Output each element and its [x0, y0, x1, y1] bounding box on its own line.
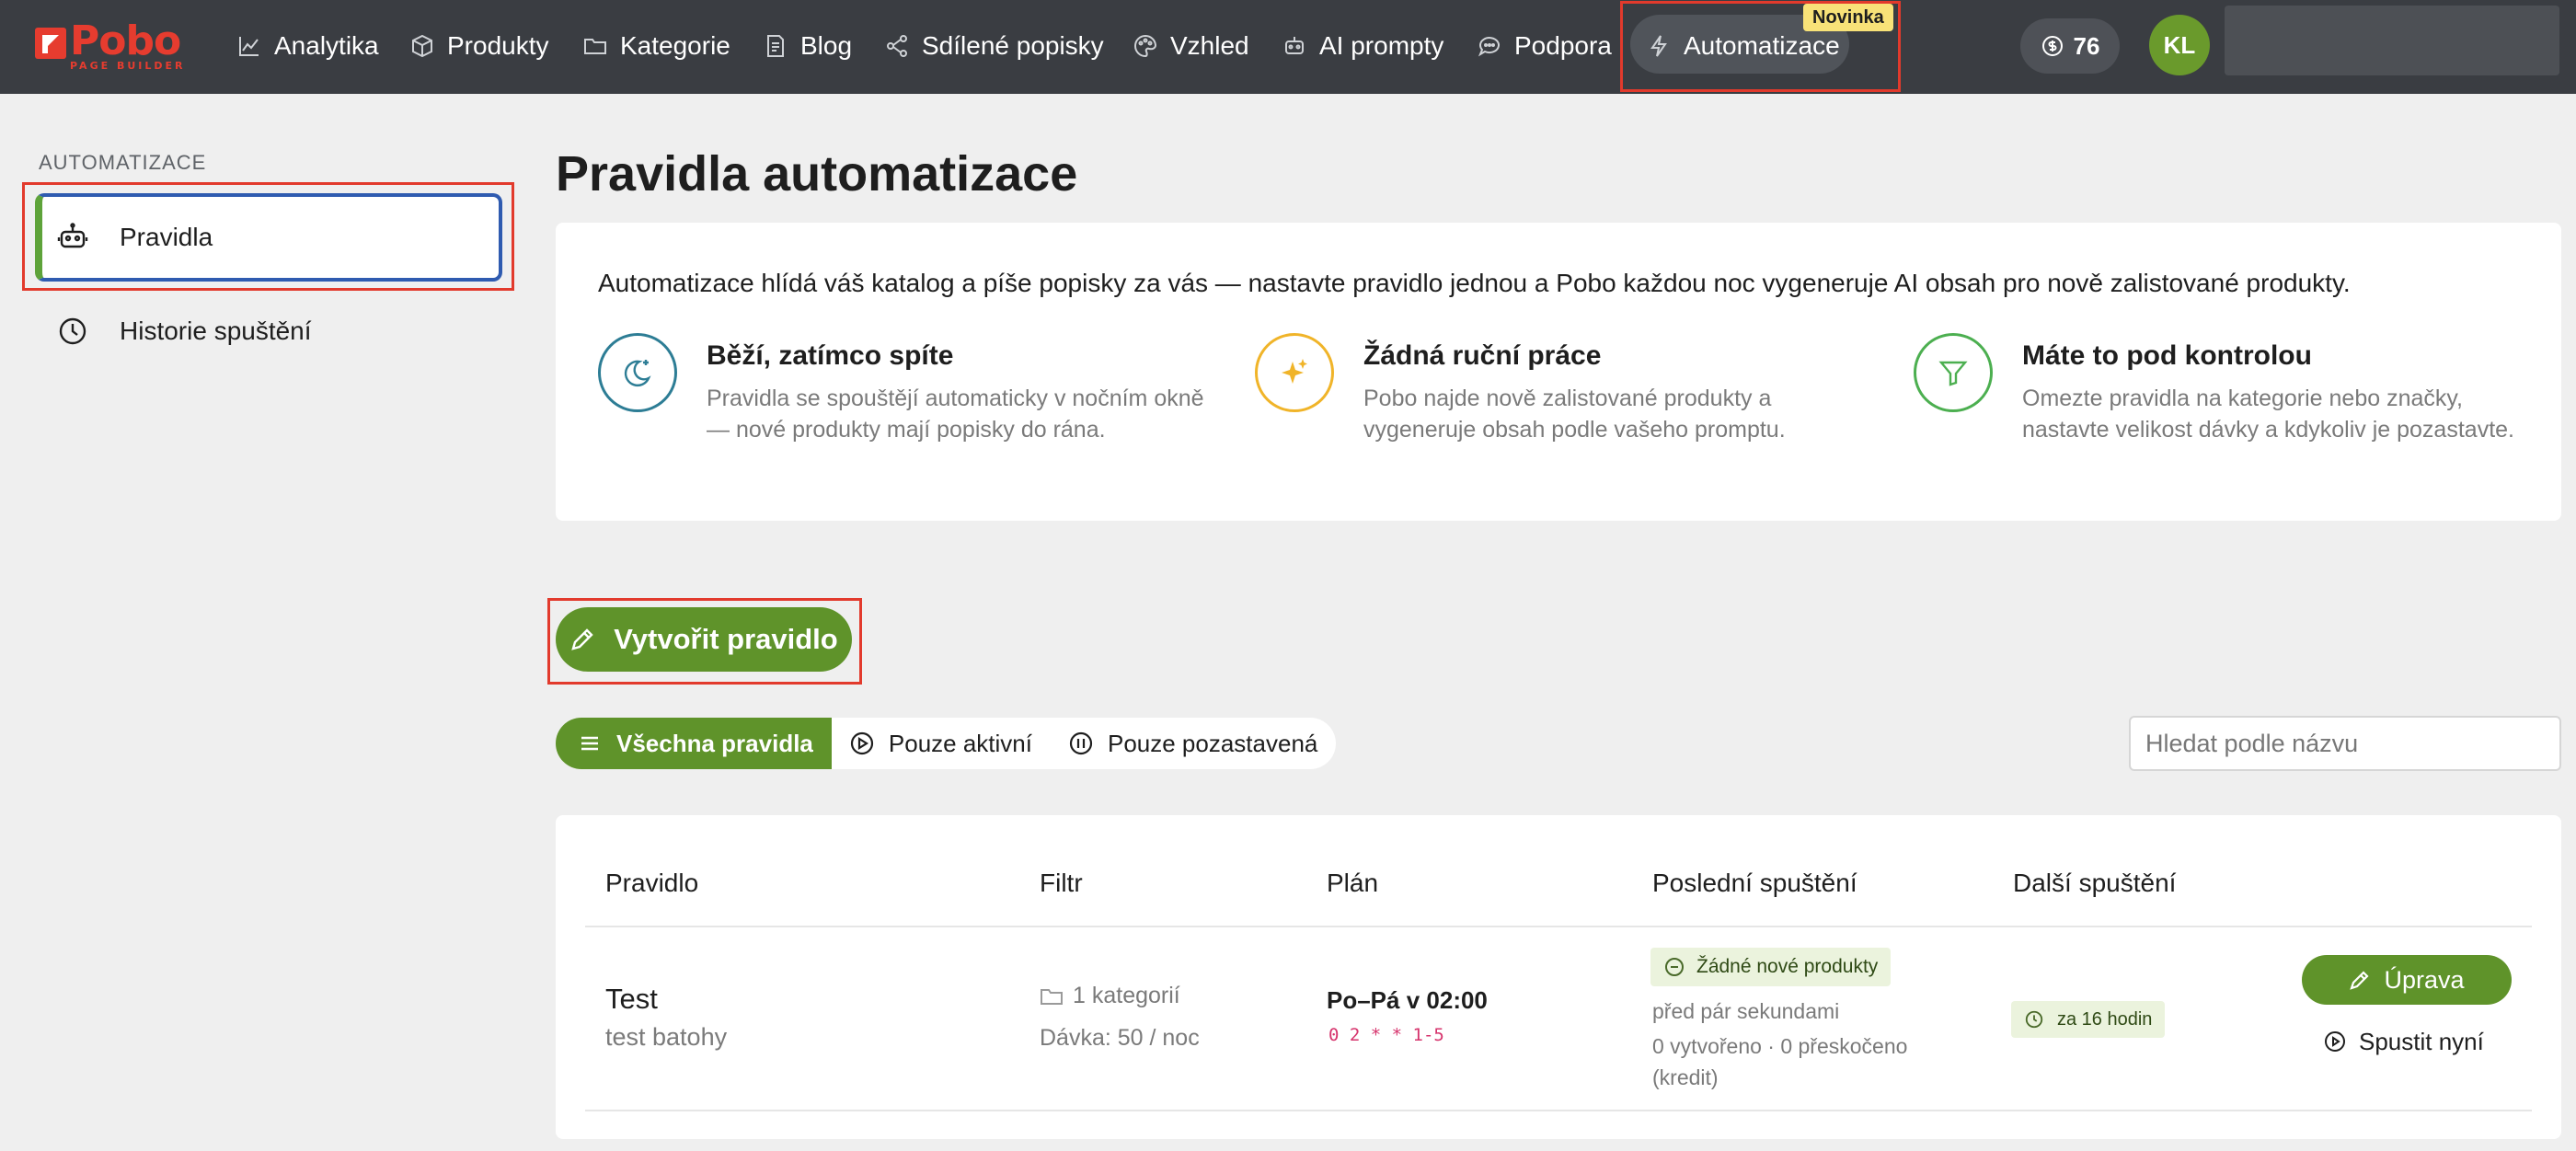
- feature-text: Pobo najde nově zalistované produkty a v…: [1363, 386, 1786, 443]
- feature-text: Omezte pravidla na kategorie nebo značky…: [2022, 386, 2514, 443]
- rules-table: Pravidlo Filtr Plán Poslední spuštění Da…: [556, 815, 2561, 1139]
- list-icon: [581, 736, 598, 751]
- header-divider: [585, 926, 2532, 927]
- nav-item-analytika[interactable]: Analytika: [237, 26, 379, 66]
- next-run-text: za 16 hodin: [2057, 1008, 2153, 1030]
- highlight-frame-create: [547, 598, 862, 685]
- folder-icon: [1041, 988, 1063, 1005]
- edit-rule-button[interactable]: Úprava: [2302, 955, 2512, 1005]
- column-header-next-run: Další spuštění: [2013, 869, 2177, 897]
- nav-label: Kategorie: [620, 31, 730, 60]
- status-text: Žádné nové produkty: [1696, 956, 1879, 977]
- nav-item-podpora[interactable]: Podpora: [1478, 26, 1612, 66]
- status-badge: Žádné nové produkty: [1650, 948, 1892, 986]
- filter-categories-text: 1 kategorií: [1073, 983, 1180, 1008]
- filter-paused-only[interactable]: Pouze pozastavená: [1051, 718, 1336, 769]
- nav-label: Produkty: [447, 31, 549, 60]
- row-divider: [585, 1110, 2532, 1111]
- pause-circle-icon: [1069, 731, 1093, 755]
- robot-icon: [1285, 37, 1304, 54]
- last-run-stats: 0 vytvořeno · 0 přeskočeno (kredit): [1652, 1034, 1908, 1089]
- nav-label: Analytika: [274, 31, 379, 60]
- nav-item-produkty[interactable]: Produkty: [410, 26, 549, 66]
- nav-label: Sdílené popisky: [922, 31, 1104, 60]
- sidebar-item-historie[interactable]: Historie spuštění: [35, 287, 502, 375]
- credits-value: 76: [2073, 31, 2100, 60]
- nav-item-blog[interactable]: Blog: [764, 26, 852, 66]
- feature-title: Máte to pod kontrolou: [2022, 340, 2312, 371]
- page-title: Pravidla automatizace: [556, 146, 1078, 201]
- filter-active-only[interactable]: Pouze aktivní: [832, 718, 1051, 769]
- pobo-logo[interactable]: Pobo PAGE BUILDER: [35, 17, 186, 72]
- box-icon: [412, 34, 432, 58]
- info-card: Automatizace hlídá váš katalog a píše po…: [556, 223, 2561, 521]
- document-icon: [767, 35, 784, 57]
- sparkles-icon: [1255, 333, 1334, 412]
- play-circle-icon: [850, 731, 873, 755]
- logo-name: Pobo: [70, 17, 181, 64]
- share-icon: [887, 35, 907, 57]
- edit-rule-label: Úprava: [2384, 965, 2465, 994]
- top-navigation-bar: Pobo PAGE BUILDER Analytika Produkty Kat…: [0, 0, 2576, 94]
- nav-item-ai-prompty[interactable]: AI prompty: [1282, 26, 1443, 66]
- filter-label: Pouze aktivní: [888, 729, 1032, 757]
- coin-icon: [2041, 36, 2063, 56]
- folder-icon: [584, 39, 606, 54]
- rule-name: Test: [605, 983, 658, 1015]
- user-menu[interactable]: [2225, 6, 2559, 75]
- pencil-icon: [2350, 971, 2370, 990]
- run-now-button[interactable]: Spustit nyní: [2324, 1021, 2484, 1062]
- rule-filter-categories: 1 kategorií: [1040, 983, 1180, 1009]
- column-header-filter: Filtr: [1040, 869, 1083, 897]
- search-input[interactable]: [2129, 716, 2561, 771]
- column-header-plan: Plán: [1327, 869, 1379, 897]
- clock-icon: [2025, 1010, 2043, 1029]
- nav-item-kategorie[interactable]: Kategorie: [583, 26, 730, 66]
- logo-mark-icon: [35, 28, 66, 59]
- chat-icon: [1478, 37, 1500, 57]
- highlight-frame-sidebar: [22, 182, 514, 291]
- info-intro: Automatizace hlídá váš katalog a píše po…: [598, 269, 2351, 297]
- sidebar-heading: AUTOMATIZACE: [39, 151, 207, 174]
- filter-all-rules[interactable]: Všechna pravidla: [556, 718, 832, 769]
- nav-item-vzhled[interactable]: Vzhled: [1133, 26, 1249, 66]
- column-header-rule: Pravidlo: [605, 869, 699, 897]
- credits-counter[interactable]: 76: [2020, 18, 2120, 74]
- feature-title: Běží, zatímco spíte: [707, 340, 954, 371]
- logo-subtitle: PAGE BUILDER: [70, 60, 186, 72]
- filter-label: Pouze pozastavená: [1107, 729, 1318, 757]
- minus-circle-icon: [1665, 958, 1684, 976]
- clock-icon: [59, 317, 86, 345]
- nav-label: Vzhled: [1170, 31, 1249, 60]
- feature-text: Pravidla se spouštějí automaticky v nočn…: [707, 386, 1204, 443]
- rule-plan: Po–Pá v 02:00: [1327, 986, 1488, 1014]
- rule-cron: 0 2 * * 1-5: [1328, 1025, 1444, 1045]
- palette-icon: [1134, 34, 1157, 58]
- chart-line-icon: [239, 37, 259, 56]
- nav-label: Podpora: [1514, 31, 1612, 60]
- avatar[interactable]: KL: [2149, 15, 2210, 75]
- rule-filter-batch: Dávka: 50 / noc: [1040, 1025, 1200, 1051]
- feature-title: Žádná ruční práce: [1363, 340, 1602, 371]
- next-run-badge: za 16 hodin: [2011, 1001, 2166, 1038]
- filter-icon: [1914, 333, 1993, 412]
- column-header-last-run: Poslední spuštění: [1652, 869, 1857, 897]
- rule-filter-tabs: Všechna pravidla Pouze aktivní Pouze poz…: [556, 718, 1337, 769]
- nav-label: AI prompty: [1319, 31, 1444, 60]
- play-circle-icon: [2325, 1031, 2345, 1052]
- rule-description: test batohy: [605, 1023, 728, 1051]
- highlight-frame-nav: [1620, 1, 1901, 92]
- nav-label: Blog: [800, 31, 853, 60]
- nav-item-sdilene-popisky[interactable]: Sdílené popisky: [885, 26, 1104, 66]
- moon-icon: [598, 333, 677, 412]
- sidebar-item-label: Historie spuštění: [120, 317, 312, 345]
- last-run-time: před pár sekundami: [1652, 999, 1840, 1023]
- filter-label: Všechna pravidla: [616, 729, 813, 757]
- run-now-label: Spustit nyní: [2359, 1027, 2484, 1055]
